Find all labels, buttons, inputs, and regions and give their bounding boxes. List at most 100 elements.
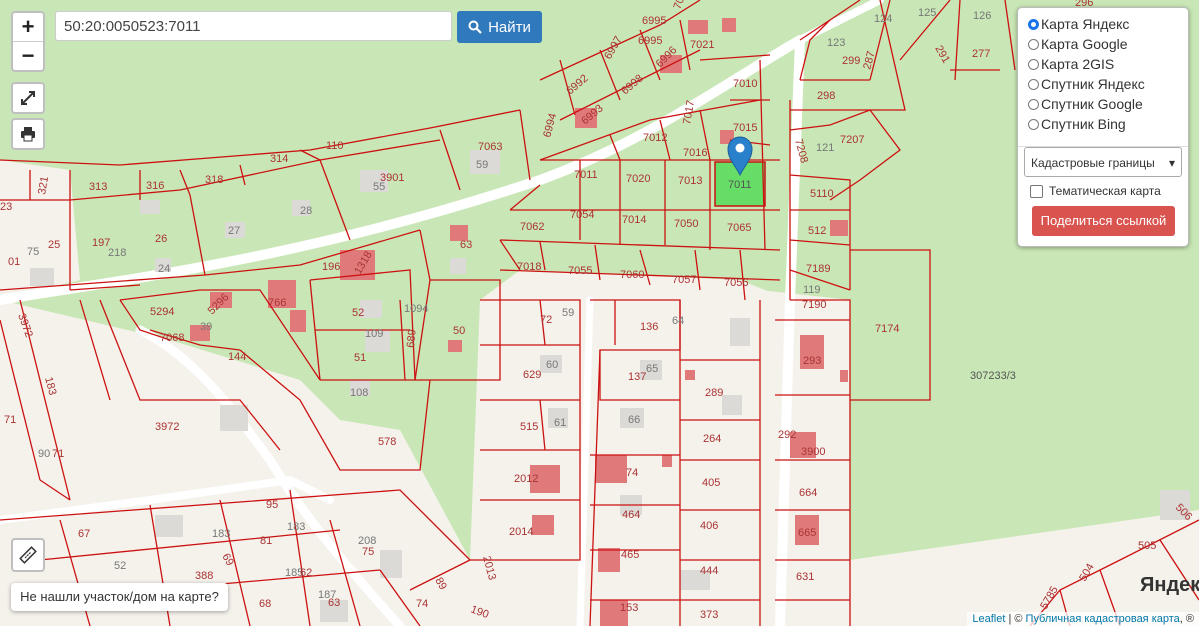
- parcel-label: 67: [78, 528, 90, 540]
- parcel-label: 388: [195, 570, 213, 582]
- parcel-label: 196: [322, 261, 340, 273]
- parcel-label: 2012: [514, 473, 538, 485]
- search-button-label: Найти: [488, 18, 531, 36]
- parcel-label: 7021: [690, 39, 714, 51]
- radio[interactable]: [1028, 98, 1039, 110]
- parcel-label: 7050: [674, 218, 698, 230]
- parcel-label: 665: [798, 527, 816, 539]
- parcel-label: 7014: [622, 214, 646, 226]
- parcel-label: 3972: [155, 421, 179, 433]
- parcel-label: 27: [228, 225, 240, 237]
- parcel-label: 75: [362, 546, 374, 558]
- layer-option-bing-satellite[interactable]: Спутник Bing: [1028, 114, 1126, 134]
- checkbox[interactable]: [1030, 184, 1043, 198]
- parcel-label: 123: [827, 37, 845, 49]
- parcel-label: 578: [378, 436, 396, 448]
- layer-option-2gis-map[interactable]: Карта 2GIS: [1028, 54, 1114, 74]
- parcel-label: 95: [266, 499, 278, 511]
- parcel-label: 144: [228, 351, 246, 363]
- parcel-label: 664: [799, 487, 817, 499]
- layer-option-label: Карта 2GIS: [1041, 56, 1115, 72]
- parcel-label: 2014: [509, 526, 533, 538]
- parcel-label: 62: [300, 567, 312, 579]
- ruler-icon: [19, 546, 37, 564]
- parcel-label: 298: [817, 90, 835, 102]
- share-link-button[interactable]: Поделиться ссылкой: [1032, 206, 1175, 236]
- layer-option-google-map[interactable]: Карта Google: [1028, 34, 1128, 54]
- search-button[interactable]: Найти: [457, 11, 542, 43]
- parcel-label: 52: [114, 560, 126, 572]
- parcel-label: 183: [212, 528, 230, 540]
- parcel-label: 68: [259, 598, 271, 610]
- parcel-label: 39: [200, 321, 212, 333]
- layer-option-label: Спутник Яндекс: [1041, 76, 1145, 92]
- parcel-label: 373: [700, 609, 718, 621]
- layer-option-label: Карта Google: [1041, 36, 1128, 52]
- parcel-label: 61: [554, 417, 566, 429]
- parcel-label: 7010: [733, 78, 757, 90]
- cadastral-map-link[interactable]: Публичная кадастровая карта: [1026, 613, 1180, 625]
- parcel-label: 153: [620, 602, 638, 614]
- parcel-label: 65: [646, 363, 658, 375]
- print-button[interactable]: [11, 118, 45, 150]
- parcel-label: 24: [158, 263, 170, 275]
- parcel-label: 109: [365, 328, 383, 340]
- fullscreen-icon: [21, 91, 35, 105]
- parcel-label: 7011: [574, 169, 598, 181]
- not-found-button[interactable]: Не нашли участок/дом на карте?: [11, 583, 228, 611]
- parcel-label: 5294: [150, 306, 174, 318]
- parcel-label: 766: [268, 297, 286, 309]
- parcel-label: 7056: [724, 277, 748, 289]
- parcel-label: 218: [108, 247, 126, 259]
- parcel-label: 405: [702, 477, 720, 489]
- layer-option-label: Спутник Bing: [1041, 116, 1126, 132]
- fullscreen-button[interactable]: [11, 82, 45, 114]
- parcel-label: 307233/3: [970, 370, 1016, 382]
- parcel-label: 59: [562, 307, 574, 319]
- parcel-label: 7060: [620, 269, 644, 281]
- leaflet-link[interactable]: Leaflet: [972, 613, 1005, 625]
- zoom-out-button[interactable]: −: [13, 41, 43, 70]
- parcel-label: 7013: [678, 175, 702, 187]
- parcel-label: 01: [8, 256, 20, 268]
- layer-option-google-satellite[interactable]: Спутник Google: [1028, 94, 1143, 114]
- parcel-label: 7054: [570, 209, 594, 221]
- parcel-label: 51: [354, 352, 366, 364]
- parcel-label: 75: [27, 246, 39, 258]
- parcel-label: 313: [89, 181, 107, 193]
- layer-option-yandex-map[interactable]: Карта Яндекс: [1028, 14, 1129, 34]
- parcel-label: 7018: [517, 261, 541, 273]
- parcel-label: 26: [155, 233, 167, 245]
- overlay-select-value: Кадастровые границы: [1031, 156, 1155, 170]
- parcel-label: 464: [622, 509, 640, 521]
- radio[interactable]: [1028, 58, 1039, 70]
- parcel-label: 23: [0, 201, 12, 213]
- parcel-label: 108: [350, 387, 368, 399]
- parcel-label: 289: [705, 387, 723, 399]
- parcel-label: 287: [861, 50, 877, 71]
- parcel-label: 6995: [642, 15, 666, 27]
- chevron-down-icon: ▾: [1168, 156, 1175, 170]
- zoom-in-button[interactable]: +: [13, 13, 43, 41]
- parcel-label: 110: [326, 140, 344, 152]
- parcel-label: 7063: [478, 141, 502, 153]
- parcel-label: 55: [373, 181, 385, 193]
- thematic-map-checkbox[interactable]: Тематическая карта: [1030, 182, 1161, 200]
- measure-button[interactable]: [11, 538, 45, 572]
- parcel-label: 7065: [727, 222, 751, 234]
- radio[interactable]: [1028, 78, 1039, 90]
- radio[interactable]: [1028, 38, 1039, 50]
- parcel-label: 28: [300, 205, 312, 217]
- cadastral-search-input[interactable]: 50:20:0050523:7011: [55, 11, 452, 41]
- parcel-label: 6992: [564, 72, 590, 97]
- overlay-select[interactable]: Кадастровые границы ▾: [1024, 147, 1182, 177]
- parcel-label: 81: [260, 535, 272, 547]
- parcel-label: 7068: [160, 332, 184, 344]
- parcel-label: 90: [38, 448, 50, 460]
- layer-option-yandex-satellite[interactable]: Спутник Яндекс: [1028, 74, 1145, 94]
- radio[interactable]: [1028, 118, 1039, 130]
- parcel-label: 59: [476, 159, 488, 171]
- parcel-label: 293: [803, 355, 821, 367]
- radio-selected[interactable]: [1028, 18, 1039, 30]
- parcel-label: 406: [700, 520, 718, 532]
